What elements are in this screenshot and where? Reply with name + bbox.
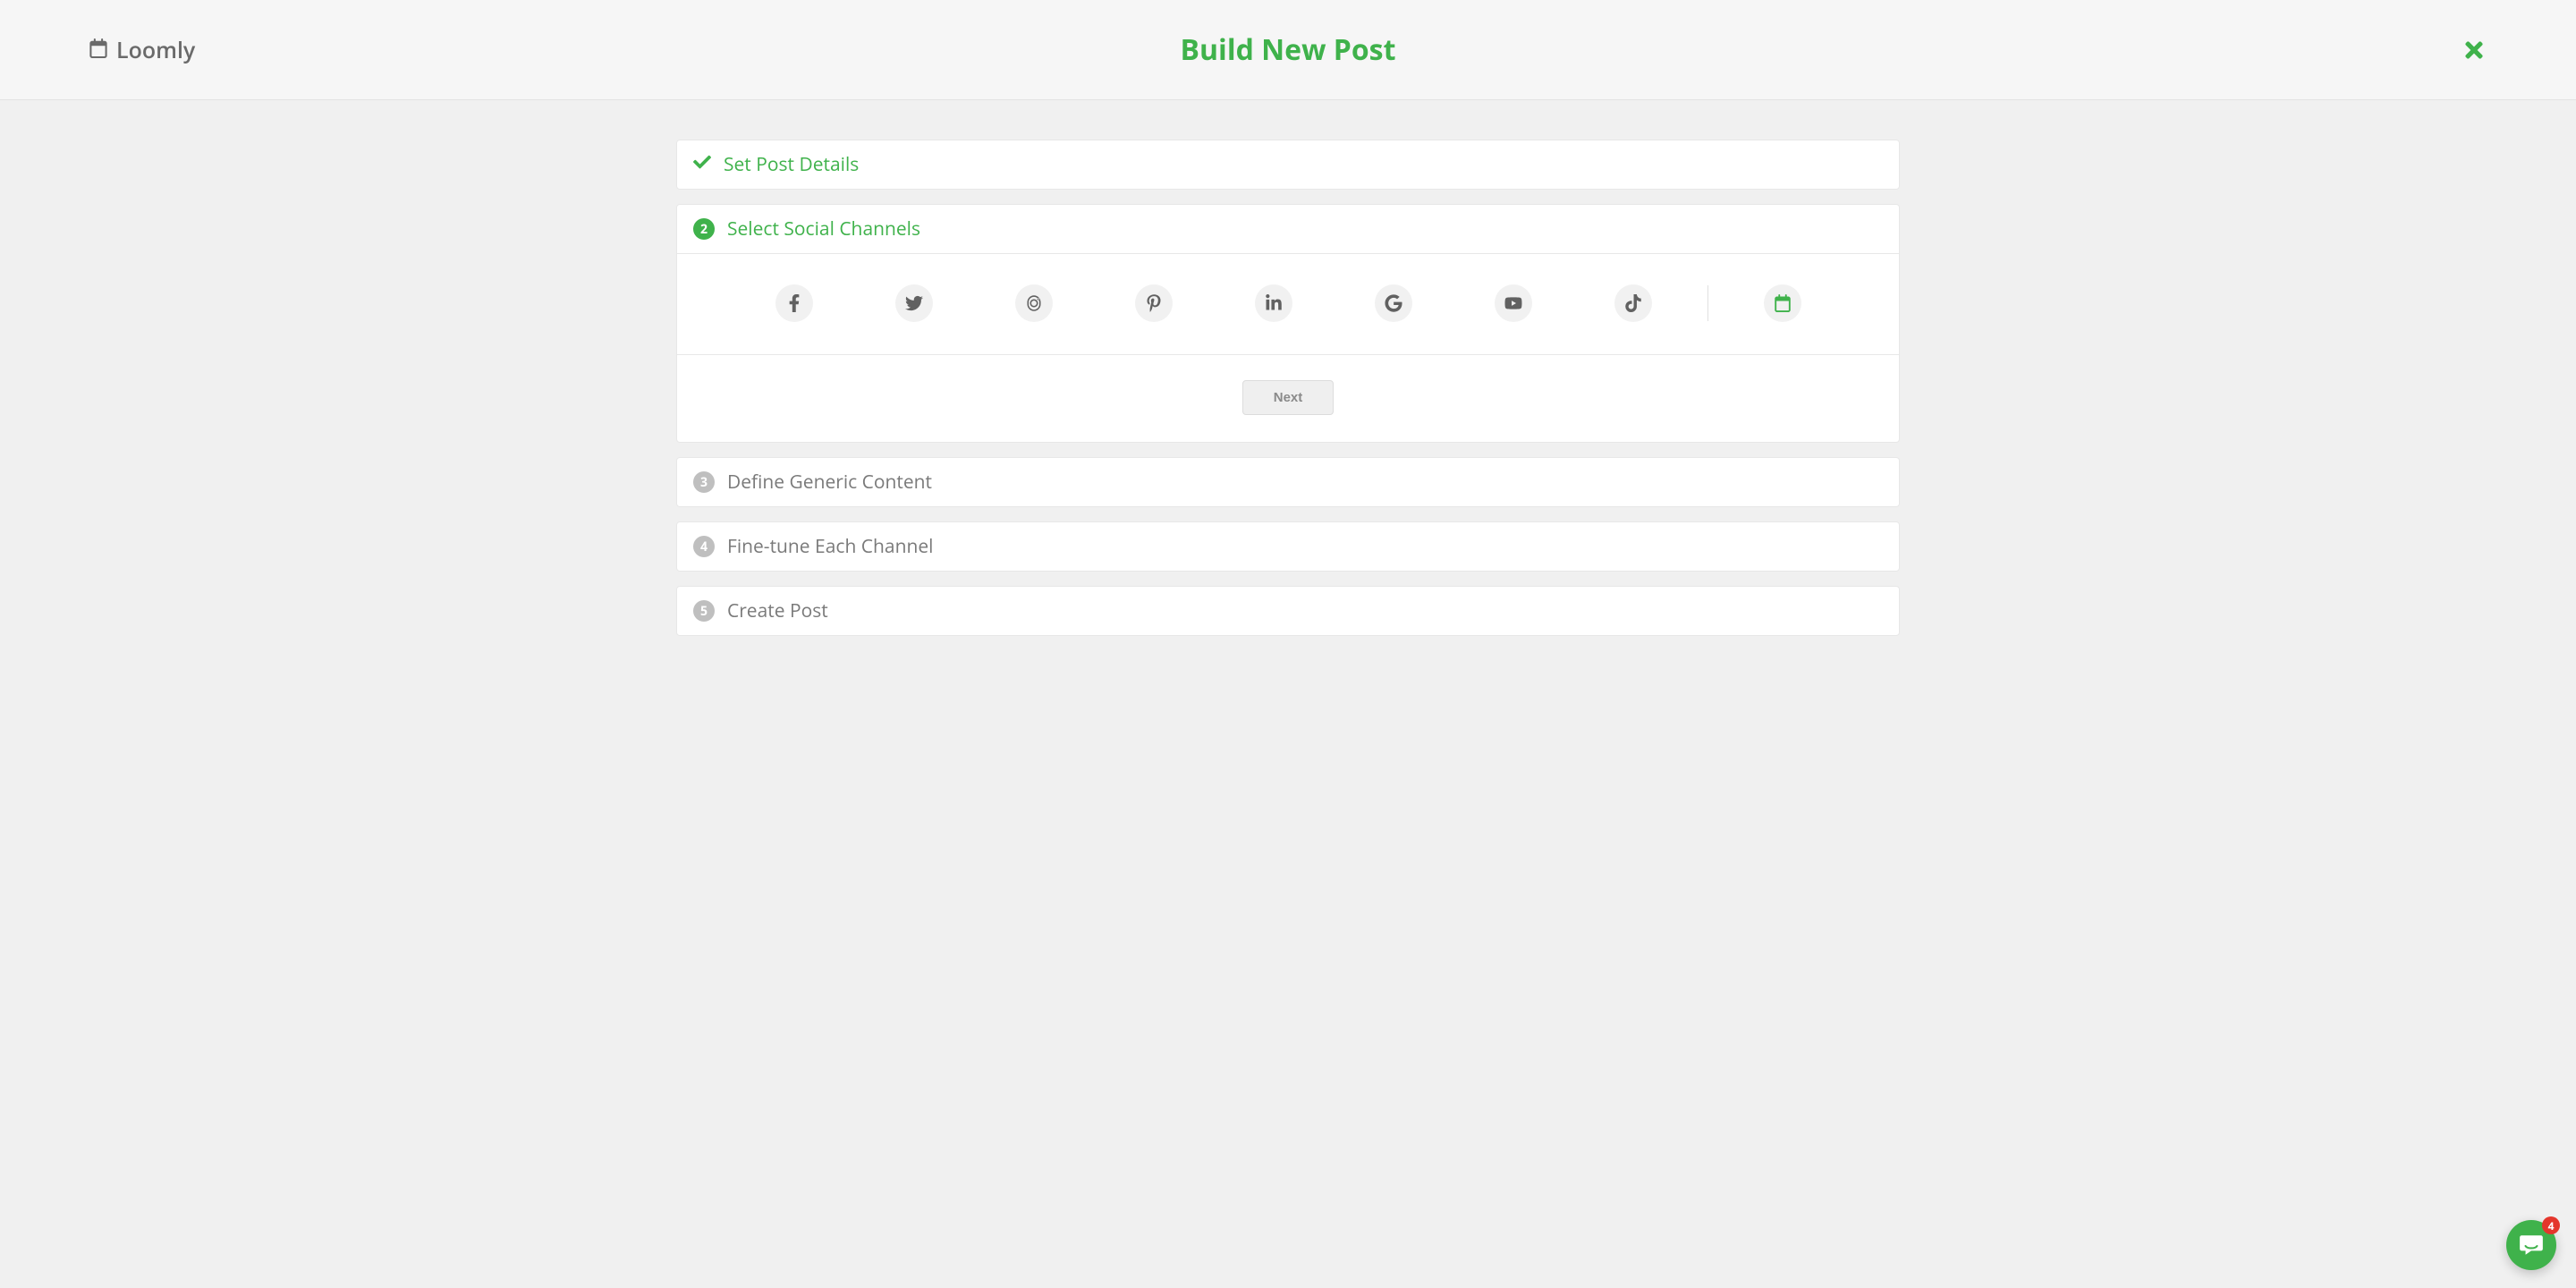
channel-linkedin[interactable] (1255, 284, 1292, 322)
next-button[interactable]: Next (1242, 380, 1335, 415)
step-5-number: 5 (693, 600, 715, 622)
channels-row (677, 254, 1899, 355)
step-1-label: Set Post Details (724, 152, 859, 177)
calendar-channel-icon (1774, 294, 1792, 312)
twitter-icon (905, 294, 923, 312)
chat-badge: 4 (2542, 1216, 2560, 1234)
channel-pinterest[interactable] (1135, 284, 1173, 322)
close-icon (2462, 38, 2487, 63)
brand: Loomly (89, 35, 195, 65)
step-3-label: Define Generic Content (727, 470, 932, 495)
step-2-label: Select Social Channels (727, 216, 920, 242)
step-2-number: 2 (693, 218, 715, 240)
step-5-label: Create Post (727, 598, 828, 623)
pinterest-icon (1145, 294, 1163, 312)
calendar-icon (89, 35, 107, 65)
next-row: Next (677, 355, 1899, 442)
facebook-icon (785, 294, 803, 312)
channel-instagram[interactable] (1015, 284, 1053, 322)
instagram-icon (1025, 294, 1043, 312)
brand-name: Loomly (116, 35, 195, 65)
google-icon (1385, 294, 1402, 312)
step-4-header[interactable]: 4 Fine-tune Each Channel (677, 522, 1899, 571)
channel-google[interactable] (1375, 284, 1412, 322)
channel-youtube[interactable] (1495, 284, 1532, 322)
channel-calendar[interactable] (1764, 284, 1801, 322)
step-4-label: Fine-tune Each Channel (727, 534, 933, 559)
wizard-container: Set Post Details 2 Select Social Channel… (671, 100, 1905, 686)
check-icon (693, 152, 711, 177)
channel-tiktok[interactable] (1614, 284, 1652, 322)
chat-widget[interactable]: 4 (2506, 1220, 2556, 1270)
step-1-header[interactable]: Set Post Details (677, 140, 1899, 189)
step-5-card: 5 Create Post (676, 586, 1900, 636)
channel-facebook[interactable] (775, 284, 813, 322)
step-2-header[interactable]: 2 Select Social Channels (677, 205, 1899, 254)
step-4-card: 4 Fine-tune Each Channel (676, 521, 1900, 572)
step-5-header[interactable]: 5 Create Post (677, 587, 1899, 635)
step-3-header[interactable]: 3 Define Generic Content (677, 458, 1899, 506)
close-button[interactable] (2462, 38, 2487, 63)
chat-icon (2518, 1232, 2545, 1258)
step-2-card: 2 Select Social Channels (676, 204, 1900, 443)
youtube-icon (1504, 294, 1522, 312)
step-3-number: 3 (693, 471, 715, 493)
step-4-number: 4 (693, 536, 715, 557)
channel-divider (1707, 285, 1708, 321)
page-title: Build New Post (1181, 30, 1396, 69)
tiktok-icon (1624, 294, 1642, 312)
linkedin-icon (1265, 294, 1283, 312)
step-1-card: Set Post Details (676, 140, 1900, 190)
step-3-card: 3 Define Generic Content (676, 457, 1900, 507)
app-header: Loomly Build New Post (0, 0, 2576, 100)
channel-twitter[interactable] (895, 284, 933, 322)
